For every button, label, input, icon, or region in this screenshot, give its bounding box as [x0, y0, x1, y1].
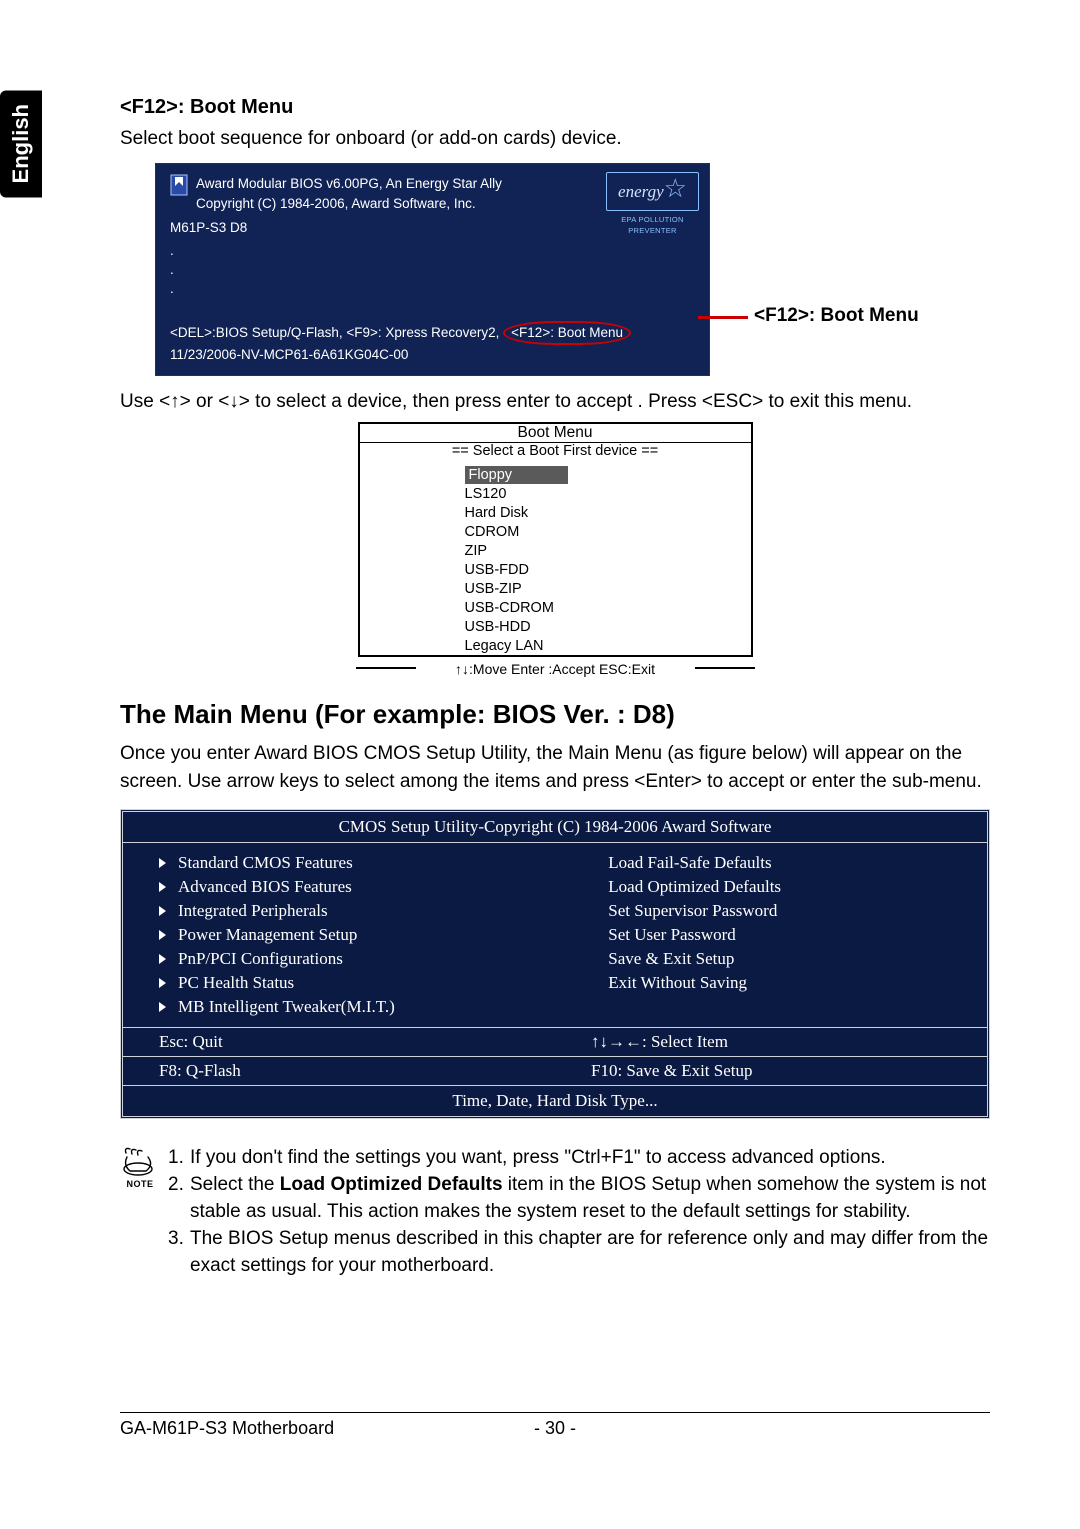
boot-item-usb-cdrom[interactable]: USB-CDROM — [360, 598, 751, 617]
boot-item-ls120[interactable]: LS120 — [360, 484, 751, 503]
mm-pnp-pci[interactable]: PnP/PCI Configurations — [159, 947, 554, 971]
boot-instruction: Use <↑> or <↓> to select a device, then … — [120, 388, 990, 416]
f12-desc: Select boot sequence for onboard (or add… — [120, 125, 990, 153]
award-logo-icon — [170, 174, 188, 196]
energy-cursive: energy — [618, 182, 664, 201]
note-hand-icon — [120, 1145, 160, 1179]
boot-menu-subtitle: == Select a Boot First device == — [360, 443, 751, 459]
note-3: The BIOS Setup menus described in this c… — [190, 1226, 990, 1280]
triangle-icon — [159, 930, 166, 940]
mm-item-desc: Time, Date, Hard Disk Type... — [123, 1085, 987, 1116]
boot-menu-footer: ↑↓:Move Enter :Accept ESC:Exit — [358, 657, 753, 677]
boot-item-floppy[interactable]: Floppy — [360, 465, 751, 484]
boot-item-cdrom[interactable]: CDROM — [360, 522, 751, 541]
note-2: Select the Load Optimized Defaults item … — [190, 1172, 990, 1226]
post-dots: ... — [170, 242, 697, 299]
cmos-title: CMOS Setup Utility-Copyright (C) 1984-20… — [123, 812, 987, 843]
mm-power-mgmt[interactable]: Power Management Setup — [159, 923, 554, 947]
mm-advanced-bios[interactable]: Advanced BIOS Features — [159, 875, 554, 899]
mm-integrated-peripherals[interactable]: Integrated Peripherals — [159, 899, 554, 923]
mm-help-f10: F10: Save & Exit Setup — [555, 1057, 987, 1085]
f12-heading: <F12>: Boot Menu — [120, 96, 990, 119]
mm-load-failsafe[interactable]: Load Fail-Safe Defaults — [608, 851, 969, 875]
language-tab: English — [0, 90, 42, 197]
triangle-icon — [159, 978, 166, 988]
energy-epa: EPA POLLUTION PREVENTER — [606, 214, 699, 237]
callout-label: <F12>: Boot Menu — [754, 305, 919, 327]
note-1: If you don't find the settings you want,… — [190, 1145, 886, 1172]
triangle-icon — [159, 954, 166, 964]
page-content: <F12>: Boot Menu Select boot sequence fo… — [120, 96, 990, 1280]
footer-rule — [120, 1412, 990, 1413]
boot-item-zip[interactable]: ZIP — [360, 541, 751, 560]
footer-page: - 30 - — [534, 1418, 576, 1439]
mm-exit-nosave[interactable]: Exit Without Saving — [608, 971, 969, 995]
page-footer: GA-M61P-S3 Motherboard - 30 - — [120, 1418, 990, 1439]
boot-item-hard-disk[interactable]: Hard Disk — [360, 503, 751, 522]
mm-help-f8: F8: Q-Flash — [123, 1057, 555, 1085]
post-bottom-1a: <DEL>:BIOS Setup/Q-Flash, <F9>: Xpress R… — [170, 325, 499, 340]
mm-standard-cmos[interactable]: Standard CMOS Features — [159, 851, 554, 875]
mm-set-supervisor[interactable]: Set Supervisor Password — [608, 899, 969, 923]
boot-item-legacy-lan[interactable]: Legacy LAN — [360, 636, 751, 655]
mm-mit[interactable]: MB Intelligent Tweaker(M.I.T.) — [159, 995, 554, 1019]
star-icon: ☆ — [664, 173, 687, 203]
bios-post-screen: Award Modular BIOS v6.00PG, An Energy St… — [155, 163, 710, 377]
mm-help-esc: Esc: Quit — [123, 1028, 555, 1056]
note-block: NOTE 1.If you don't find the settings yo… — [120, 1145, 990, 1280]
mm-set-user[interactable]: Set User Password — [608, 923, 969, 947]
triangle-icon — [159, 858, 166, 868]
mm-load-optimized[interactable]: Load Optimized Defaults — [608, 875, 969, 899]
post-bottom-f12: <F12>: Boot Menu — [503, 321, 631, 345]
mm-pc-health[interactable]: PC Health Status — [159, 971, 554, 995]
post-bottom-2: 11/23/2006-NV-MCP61-6A61KG04C-00 — [170, 345, 697, 365]
energy-star-badge: energy☆ EPA POLLUTION PREVENTER — [606, 172, 699, 237]
triangle-icon — [159, 1002, 166, 1012]
note-label: NOTE — [120, 1179, 160, 1189]
mm-help-arrows: ↑↓→←: Select Item — [555, 1028, 987, 1056]
triangle-icon — [159, 906, 166, 916]
cmos-main-menu: CMOS Setup Utility-Copyright (C) 1984-20… — [120, 809, 990, 1119]
boot-item-usb-hdd[interactable]: USB-HDD — [360, 617, 751, 636]
boot-menu-title: Boot Menu — [360, 424, 751, 443]
boot-menu-box: Boot Menu == Select a Boot First device … — [358, 422, 753, 657]
main-menu-desc: Once you enter Award BIOS CMOS Setup Uti… — [120, 740, 990, 795]
boot-item-usb-fdd[interactable]: USB-FDD — [360, 560, 751, 579]
callout-line — [698, 316, 748, 319]
mm-save-exit[interactable]: Save & Exit Setup — [608, 947, 969, 971]
footer-product: GA-M61P-S3 Motherboard — [120, 1418, 334, 1438]
boot-item-usb-zip[interactable]: USB-ZIP — [360, 579, 751, 598]
triangle-icon — [159, 882, 166, 892]
main-menu-heading: The Main Menu (For example: BIOS Ver. : … — [120, 699, 990, 730]
